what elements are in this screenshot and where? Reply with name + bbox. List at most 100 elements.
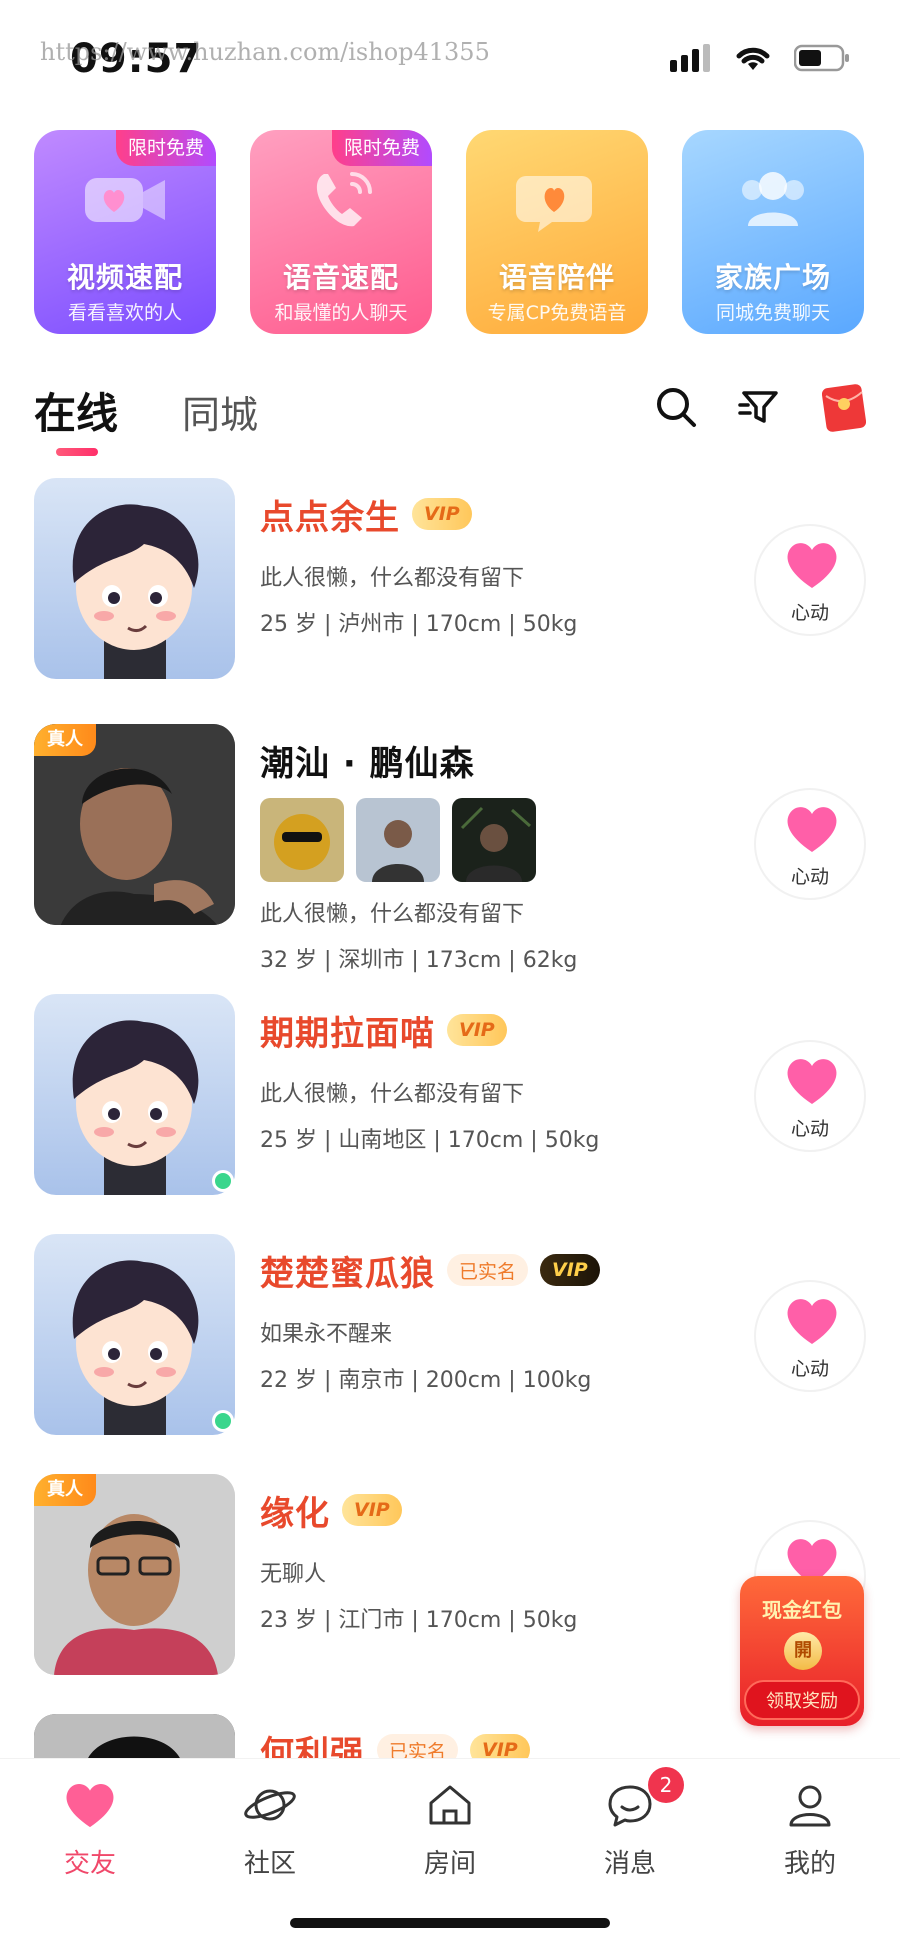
like-button[interactable]: 心动 bbox=[754, 524, 866, 636]
tabbar-label: 交友 bbox=[63, 1849, 116, 1879]
vip-badge: VIP bbox=[540, 1254, 600, 1286]
feature-card-family-square[interactable]: 家族广场 同城免费聊天 bbox=[682, 130, 864, 334]
feature-subtitle: 专属CP免费语音 bbox=[487, 302, 627, 324]
filter-tabs: 在线 同城 bbox=[34, 380, 867, 460]
photo-thumbnails bbox=[260, 798, 740, 882]
user-info: 何利强 已实名 VIP bbox=[260, 1724, 740, 1758]
list-item[interactable]: 期期拉面喵 VIP 此人很懒，什么都没有留下 25 岁 | 山南地区 | 170… bbox=[34, 994, 866, 1214]
user-meta: 32 岁 | 深圳市 | 173cm | 62kg bbox=[260, 948, 578, 973]
online-indicator bbox=[212, 1410, 234, 1432]
user-info: 楚楚蜜瓜狼 已实名 VIP 如果永不醒来 22 岁 | 南京市 | 200cm … bbox=[260, 1244, 740, 1394]
vip-badge: VIP bbox=[342, 1494, 402, 1526]
tabbar-label: 房间 bbox=[423, 1849, 476, 1879]
tab-online[interactable]: 在线 bbox=[34, 380, 118, 441]
photo-thumbnail[interactable] bbox=[260, 798, 344, 882]
tab-local[interactable]: 同城 bbox=[182, 384, 258, 439]
avatar[interactable] bbox=[34, 478, 235, 679]
verified-badge: 已实名 bbox=[377, 1734, 459, 1758]
tabbar-item-room[interactable]: 房间 bbox=[390, 1773, 510, 1880]
user-meta: 22 岁 | 南京市 | 200cm | 100kg bbox=[260, 1368, 592, 1393]
tabbar-item-community[interactable]: 社区 bbox=[210, 1773, 330, 1880]
video-camera-icon bbox=[77, 160, 173, 244]
heart-icon bbox=[784, 540, 840, 594]
heart-icon bbox=[30, 1773, 150, 1837]
feature-cards: 限时免费 视频速配 看看喜欢的人 限时免费 语音速配 和最懂的人聊天 语音陪伴 … bbox=[34, 118, 866, 336]
red-packet-open-icon[interactable]: 開 bbox=[784, 1632, 822, 1670]
home-icon bbox=[390, 1773, 510, 1837]
tabbar-item-friends[interactable]: 交友 bbox=[30, 1773, 150, 1880]
feature-title: 家族广场 bbox=[714, 261, 831, 294]
vip-badge: VIP bbox=[470, 1734, 530, 1758]
list-item[interactable]: 真人 潮汕 · 鹏仙森 此人很懒，什么都没有留下 32 岁 | 深圳市 | 17… bbox=[34, 724, 866, 973]
like-label: 心动 bbox=[790, 1358, 829, 1380]
feature-title: 视频速配 bbox=[66, 261, 183, 294]
heart-icon bbox=[784, 804, 840, 858]
claim-reward-button[interactable]: 领取奖励 bbox=[744, 1680, 860, 1720]
like-button[interactable]: 心动 bbox=[754, 788, 866, 900]
user-name: 楚楚蜜瓜狼 bbox=[260, 1253, 435, 1294]
feature-subtitle: 和最懂的人聊天 bbox=[274, 302, 408, 324]
user-meta: 23 岁 | 江门市 | 170cm | 50kg bbox=[260, 1608, 578, 1633]
user-name: 期期拉面喵 bbox=[260, 1013, 435, 1054]
user-name: 何利强 bbox=[260, 1733, 365, 1759]
status-icons bbox=[670, 44, 850, 76]
like-label: 心动 bbox=[790, 602, 829, 624]
user-name: 缘化 bbox=[260, 1493, 330, 1534]
user-bio: 无聊人 bbox=[260, 1562, 327, 1587]
photo-thumbnail[interactable] bbox=[452, 798, 536, 882]
feature-subtitle: 看看喜欢的人 bbox=[67, 302, 182, 324]
photo-thumbnail[interactable] bbox=[356, 798, 440, 882]
feature-card-voice-match[interactable]: 限时免费 语音速配 和最懂的人聊天 bbox=[250, 130, 432, 334]
tabbar-label: 消息 bbox=[603, 1849, 656, 1879]
like-label: 心动 bbox=[790, 866, 829, 888]
tabbar-label: 社区 bbox=[243, 1849, 296, 1879]
feature-title: 语音速配 bbox=[282, 261, 399, 294]
list-item[interactable]: 楚楚蜜瓜狼 已实名 VIP 如果永不醒来 22 岁 | 南京市 | 200cm … bbox=[34, 1234, 866, 1454]
status-bar: 09:57 https://www.huzhan.com/ishop41355 bbox=[0, 0, 900, 110]
user-info: 潮汕 · 鹏仙森 此人很懒，什么都没有留下 32 岁 | 深圳市 | 173cm… bbox=[260, 734, 740, 974]
user-bio: 此人很懒，什么都没有留下 bbox=[260, 566, 525, 591]
filter-icon[interactable] bbox=[738, 385, 782, 433]
limited-free-badge: 限时免费 bbox=[115, 130, 216, 166]
heart-icon bbox=[784, 1056, 840, 1110]
avatar[interactable] bbox=[34, 1234, 235, 1435]
user-bio: 此人很懒，什么都没有留下 bbox=[260, 1082, 525, 1107]
avatar[interactable]: 真人 bbox=[34, 1474, 235, 1675]
list-item[interactable]: 点点余生 VIP 此人很懒，什么都没有留下 25 岁 | 泸州市 | 170cm… bbox=[34, 478, 866, 698]
red-packet-title: 现金红包 bbox=[762, 1598, 842, 1622]
vip-badge: VIP bbox=[447, 1014, 507, 1046]
avatar[interactable] bbox=[34, 994, 235, 1195]
user-info: 期期拉面喵 VIP 此人很懒，什么都没有留下 25 岁 | 山南地区 | 170… bbox=[260, 1004, 740, 1154]
user-info: 点点余生 VIP 此人很懒，什么都没有留下 25 岁 | 泸州市 | 170cm… bbox=[260, 488, 740, 638]
verified-badge: 已实名 bbox=[447, 1254, 529, 1286]
avatar[interactable]: 真人 bbox=[34, 724, 235, 925]
tab-tools bbox=[654, 382, 867, 436]
red-envelope-icon[interactable] bbox=[821, 382, 867, 436]
like-button[interactable]: 心动 bbox=[754, 1040, 866, 1152]
wifi-icon bbox=[734, 44, 772, 76]
like-label: 心动 bbox=[790, 1118, 829, 1140]
heart-icon bbox=[784, 1296, 840, 1350]
user-bio: 如果永不醒来 bbox=[260, 1322, 393, 1347]
user-meta: 25 岁 | 泸州市 | 170cm | 50kg bbox=[260, 612, 578, 637]
list-item[interactable]: 何利强 已实名 VIP bbox=[34, 1714, 866, 1758]
feature-card-video-match[interactable]: 限时免费 视频速配 看看喜欢的人 bbox=[34, 130, 216, 334]
signal-icon bbox=[670, 44, 712, 76]
tabbar-item-profile[interactable]: 我的 bbox=[750, 1773, 870, 1880]
watermark-text: https://www.huzhan.com/ishop41355 bbox=[40, 38, 490, 66]
cash-red-packet[interactable]: 现金红包 開 领取奖励 bbox=[740, 1576, 864, 1726]
like-button[interactable]: 心动 bbox=[754, 1280, 866, 1392]
user-meta: 25 岁 | 山南地区 | 170cm | 50kg bbox=[260, 1128, 600, 1153]
user-name: 点点余生 bbox=[260, 497, 400, 538]
avatar[interactable] bbox=[34, 1714, 235, 1758]
tabbar-item-messages[interactable]: 2 消息 bbox=[570, 1767, 690, 1880]
search-icon[interactable] bbox=[654, 385, 698, 433]
real-person-badge: 真人 bbox=[34, 1474, 96, 1506]
vip-badge: VIP bbox=[412, 498, 472, 530]
limited-free-badge: 限时免费 bbox=[331, 130, 432, 166]
real-person-badge: 真人 bbox=[34, 724, 96, 756]
online-indicator bbox=[212, 1170, 234, 1192]
phone-icon bbox=[296, 160, 386, 244]
feature-card-voice-companion[interactable]: 语音陪伴 专属CP免费语音 bbox=[466, 130, 648, 334]
battery-icon bbox=[793, 44, 850, 76]
